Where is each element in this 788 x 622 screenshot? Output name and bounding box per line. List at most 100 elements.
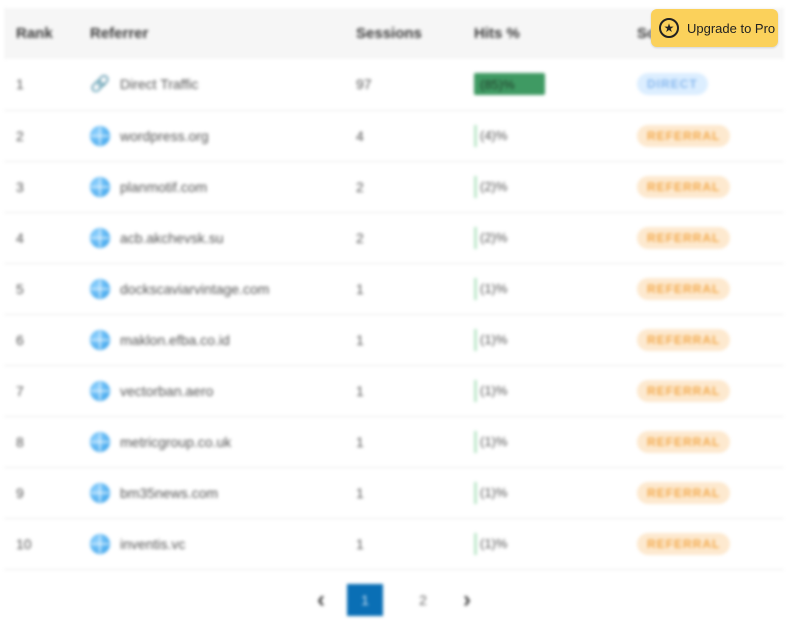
referrer-cell: dockscaviarvintage.com <box>78 263 344 314</box>
source-badge: REFERRAL <box>637 277 731 300</box>
hits-bar: (1)% <box>474 379 558 402</box>
sessions-cell: 1 <box>356 535 364 552</box>
source-badge: REFERRAL <box>637 379 731 402</box>
referrer-label[interactable]: metricgroup.co.uk <box>120 434 231 450</box>
hits-label: (2)% <box>480 230 508 245</box>
referrer-label[interactable]: planmotif.com <box>120 179 207 195</box>
referrer-cell: planmotif.com <box>78 161 344 212</box>
rank-cell: 2 <box>16 127 24 144</box>
referrer-label[interactable]: Direct Traffic <box>120 76 198 92</box>
table-row[interactable]: 1 🔗 Direct Traffic 97 (85)% DIRECT <box>4 59 784 110</box>
hits-cell: (2)% <box>462 212 625 263</box>
globe-icon <box>90 380 110 401</box>
referrer-label[interactable]: inventis.vc <box>120 536 185 552</box>
sessions-cell: 1 <box>356 433 364 450</box>
referrer-cell: wordpress.org <box>78 110 344 161</box>
table-row[interactable]: 3 planmotif.com 2 (2)% REFERRAL <box>4 161 784 212</box>
referrer-cell: vectorban.aero <box>78 365 344 416</box>
hits-label: (1)% <box>480 281 508 296</box>
hits-bar: (2)% <box>474 226 558 249</box>
header-referrer[interactable]: Referrer <box>78 8 344 59</box>
hits-bar: (85)% <box>474 73 558 96</box>
source-cell: REFERRAL <box>625 212 784 263</box>
header-rank[interactable]: Rank <box>4 8 78 59</box>
upgrade-to-pro-button[interactable]: ★ Upgrade to Pro <box>651 9 778 47</box>
table-row[interactable]: 9 bm35news.com 1 (1)% REFERRAL <box>4 467 784 518</box>
page-2-button[interactable]: 2 <box>405 584 441 616</box>
referrers-table-container: Rank Referrer Sessions Hits % Source 1🔗D… <box>4 8 784 570</box>
hits-cell: (1)% <box>462 416 625 467</box>
chevron-left-icon[interactable]: ‹ <box>317 586 325 614</box>
source-badge: REFERRAL <box>637 226 731 249</box>
header-hits[interactable]: Hits % <box>462 8 625 59</box>
referrer-label[interactable]: vectorban.aero <box>120 383 213 399</box>
hits-cell: (1)% <box>462 518 625 569</box>
hits-cell: (1)% <box>462 467 625 518</box>
referrer-label[interactable]: bm35news.com <box>120 485 218 501</box>
table-row[interactable]: 2 wordpress.org 4 (4)% REFERRAL <box>4 110 784 161</box>
source-cell: REFERRAL <box>625 518 784 569</box>
globe-icon <box>90 533 110 554</box>
source-badge: REFERRAL <box>637 175 731 198</box>
referrer-cell: 🔗 Direct Traffic <box>78 59 344 110</box>
source-cell: REFERRAL <box>625 161 784 212</box>
source-cell: REFERRAL <box>625 467 784 518</box>
rank-cell: 7 <box>16 382 24 399</box>
source-badge: REFERRAL <box>637 430 731 453</box>
globe-icon <box>90 482 110 503</box>
table-row[interactable]: 8 metricgroup.co.uk 1 (1)% REFERRAL <box>4 416 784 467</box>
header-sessions[interactable]: Sessions <box>344 8 462 59</box>
hits-cell: (1)% <box>462 263 625 314</box>
hits-label: (85)% <box>480 76 515 92</box>
source-badge: REFERRAL <box>637 481 731 504</box>
hits-label: (1)% <box>480 536 508 551</box>
chevron-right-icon[interactable]: › <box>463 586 471 614</box>
referrer-cell: inventis.vc <box>78 518 344 569</box>
globe-icon <box>90 278 110 299</box>
globe-icon <box>90 176 110 197</box>
table-row[interactable]: 5 dockscaviarvintage.com 1 (1)% REFERRAL <box>4 263 784 314</box>
hits-cell: (1)% <box>462 314 625 365</box>
hits-label: (1)% <box>480 332 508 347</box>
hits-cell: (2)% <box>462 161 625 212</box>
referrer-cell: acb.akchevsk.su <box>78 212 344 263</box>
referrer-cell: metricgroup.co.uk <box>78 416 344 467</box>
hits-cell: (4)% <box>462 110 625 161</box>
hits-label: (4)% <box>480 128 508 143</box>
hits-bar: (4)% <box>474 124 558 147</box>
referrer-label[interactable]: wordpress.org <box>120 128 209 144</box>
referrer-label[interactable]: acb.akchevsk.su <box>120 230 224 246</box>
sessions-cell: 1 <box>356 382 364 399</box>
hits-bar: (1)% <box>474 481 558 504</box>
sessions-cell: 1 <box>356 331 364 348</box>
referrer-cell: bm35news.com <box>78 467 344 518</box>
source-badge: REFERRAL <box>637 328 731 351</box>
source-cell: REFERRAL <box>625 365 784 416</box>
page-1-button[interactable]: 1 <box>347 584 383 616</box>
globe-icon <box>90 227 110 248</box>
sessions-cell: 2 <box>356 229 364 246</box>
hits-label: (1)% <box>480 485 508 500</box>
table-row[interactable]: 4 acb.akchevsk.su 2 (2)% REFERRAL <box>4 212 784 263</box>
referrer-label[interactable]: maklon.efba.co.id <box>120 332 230 348</box>
referrers-table: Rank Referrer Sessions Hits % Source 1🔗D… <box>4 8 784 570</box>
rank-cell: 6 <box>16 331 24 348</box>
table-row[interactable]: 7 vectorban.aero 1 (1)% REFERRAL <box>4 365 784 416</box>
globe-icon <box>90 431 110 452</box>
rank-cell: 9 <box>16 484 24 501</box>
rank-cell: 10 <box>16 535 32 552</box>
source-badge: REFERRAL <box>637 124 731 147</box>
hits-cell: (1)% <box>462 365 625 416</box>
table-row[interactable]: 10 inventis.vc 1 (1)% REFERRAL <box>4 518 784 569</box>
source-badge: REFERRAL <box>637 532 731 555</box>
source-cell: REFERRAL <box>625 314 784 365</box>
hits-label: (2)% <box>480 179 508 194</box>
table-row[interactable]: 6 maklon.efba.co.id 1 (1)% REFERRAL <box>4 314 784 365</box>
sessions-cell: 2 <box>356 178 364 195</box>
rank-cell: 3 <box>16 178 24 195</box>
star-icon: ★ <box>659 18 679 38</box>
source-badge: DIRECT <box>637 73 708 96</box>
referrer-label[interactable]: dockscaviarvintage.com <box>120 281 269 297</box>
sessions-cell: 97 <box>356 76 372 93</box>
globe-icon <box>90 125 110 146</box>
